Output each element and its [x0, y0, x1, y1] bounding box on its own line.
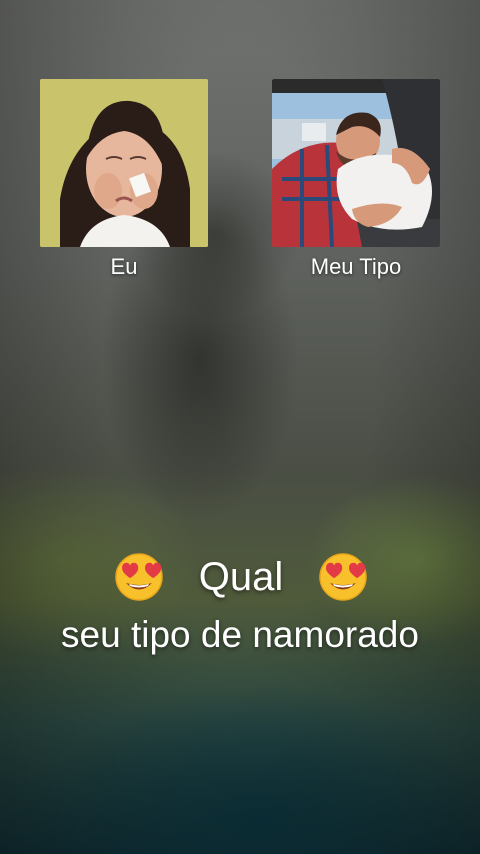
headline: Qual [0, 552, 480, 608]
left-caption: Eu [110, 254, 138, 279]
headline-subline: seu tipo de namorado [61, 614, 419, 655]
heart-eyes-emoji-icon [318, 552, 368, 602]
crying-woman-photo [40, 79, 208, 247]
man-hugging-pillow-photo [272, 79, 440, 247]
heart-eyes-emoji-icon [114, 552, 164, 602]
headline-word: Qual [198, 555, 284, 599]
right-caption: Meu Tipo [310, 254, 402, 279]
